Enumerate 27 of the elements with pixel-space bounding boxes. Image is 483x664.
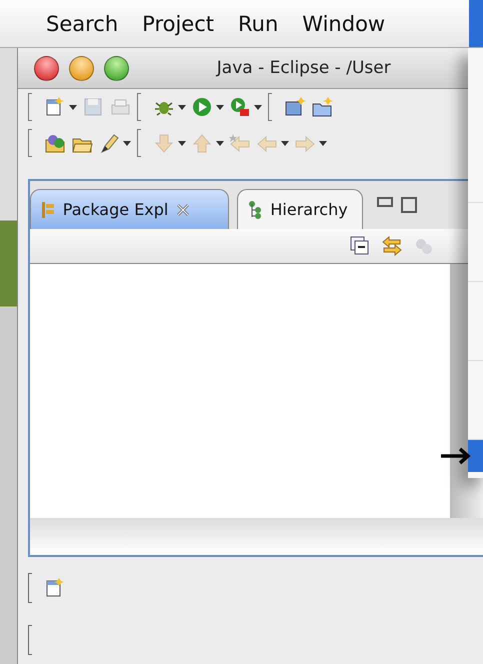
dropdown-caret-icon[interactable] [122,140,131,146]
window-title: Java - Eclipse - /User [216,58,391,78]
zoom-button[interactable] [104,56,129,80]
play-icon[interactable] [190,96,213,118]
new-file-icon[interactable] [44,96,66,118]
pointer-arrow-icon [440,446,472,466]
dropdown-caret-icon[interactable] [254,104,262,110]
close-button[interactable] [34,56,59,80]
menu-item[interactable]: Search [46,0,134,47]
dropdown-caret-icon[interactable] [216,104,224,110]
swap-arrows-icon[interactable] [381,235,403,257]
play-toolbox-icon[interactable] [228,96,251,118]
collapse-all-icon[interactable] [349,235,371,257]
maximize-view-icon[interactable] [400,197,417,213]
menu-item[interactable]: Window [302,0,402,47]
view-tab[interactable]: Hierarchy [237,189,363,229]
fast-view-icon[interactable] [44,577,66,599]
menu-item[interactable]: Project [142,0,230,47]
minimize-button[interactable] [68,56,94,80]
minimize-view-icon[interactable] [376,197,393,207]
view-tab[interactable]: Package Expl [30,189,230,229]
package-icon [40,200,55,218]
dropdown-caret-icon[interactable] [68,104,77,110]
close-tab-icon[interactable] [176,202,190,216]
menu-item[interactable]: Run [238,0,294,47]
dropdown-caret-icon[interactable] [178,104,186,110]
hierarchy-icon [248,200,262,218]
